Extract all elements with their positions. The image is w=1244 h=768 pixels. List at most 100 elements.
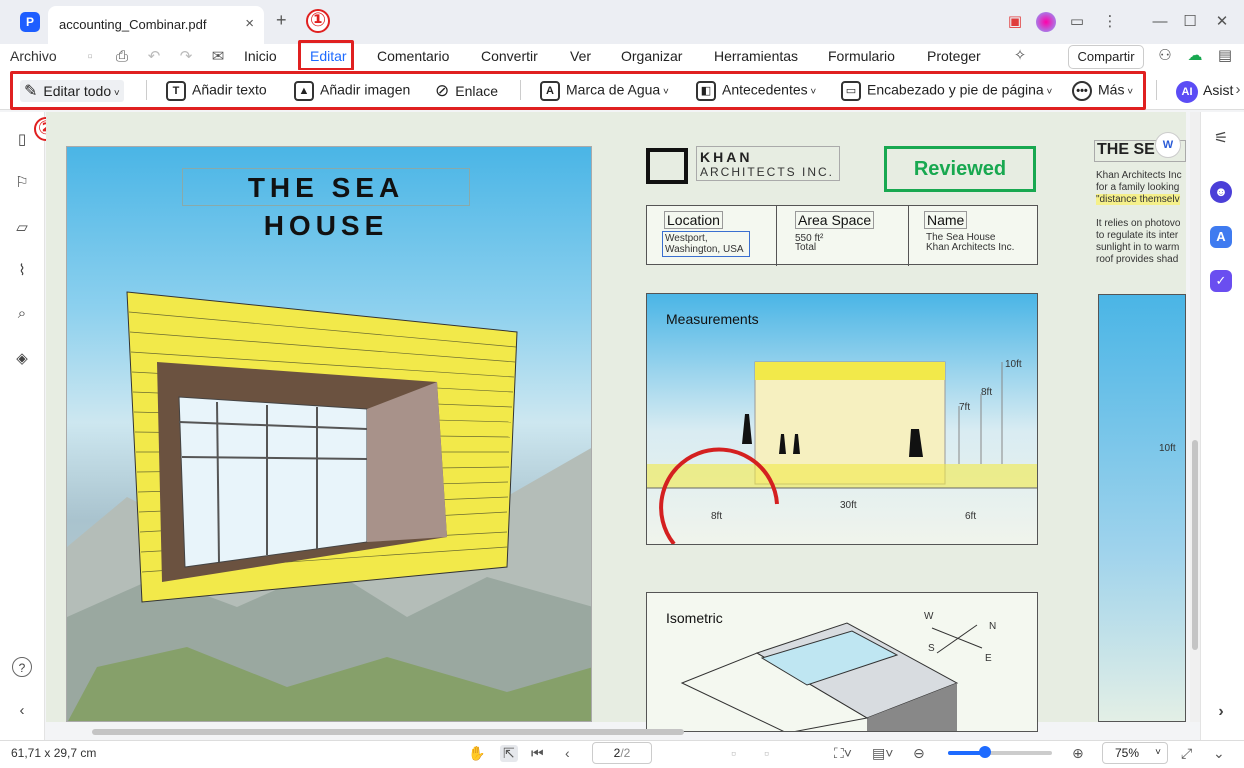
header-footer-icon: ▭ — [841, 81, 861, 101]
name-value-2[interactable]: Khan Architects Inc. — [926, 242, 1014, 253]
status-more-icon[interactable]: ⌄ — [1213, 745, 1225, 762]
page-layout-icon[interactable]: ▤˅ — [872, 745, 893, 762]
mail-icon[interactable]: ✉ — [208, 47, 228, 67]
collapse-right-icon[interactable]: › — [1210, 701, 1232, 723]
maximize-icon[interactable]: ☐ — [1180, 12, 1200, 32]
image-icon: ▲ — [294, 81, 314, 101]
properties-icon[interactable]: ⚟ — [1210, 128, 1232, 150]
vertical-scroll-thumb[interactable] — [1192, 440, 1198, 650]
measurements-panel: Measurements 10ft 8ft 7ft 8ft 30ft 6ft — [646, 293, 1038, 545]
add-text-label: Añadir texto — [192, 81, 267, 98]
background-button[interactable]: ◧ Antecedentes ˅ — [696, 81, 816, 101]
search-icon[interactable]: ⌕ — [12, 304, 32, 324]
page-number-input[interactable]: 2/2 — [592, 742, 652, 764]
menu-inicio[interactable]: Inicio — [244, 48, 277, 64]
page-thumbnail-icon[interactable]: ▯ — [12, 130, 32, 150]
ai-robot-icon[interactable]: ☻ — [1210, 181, 1232, 203]
feedback-icon[interactable]: ▭ — [1067, 12, 1087, 32]
fit-page-icon[interactable]: ⛶˅ — [834, 745, 852, 762]
menu-ver[interactable]: Ver — [570, 48, 591, 64]
lightbulb-icon[interactable]: ✧ — [1010, 46, 1030, 66]
translate-float-icon[interactable]: W — [1155, 132, 1181, 158]
help-icon[interactable]: ? — [12, 657, 32, 677]
attachment-icon[interactable]: ⌇ — [12, 261, 32, 281]
measurements-title[interactable]: Measurements — [666, 311, 759, 327]
translate-icon[interactable]: A — [1210, 226, 1232, 248]
side-text-line-highlight: "distance themselv — [1096, 194, 1180, 205]
name-label[interactable]: Name — [924, 211, 968, 229]
next-page-icon[interactable]: ▫ — [731, 745, 736, 761]
text-icon: T — [166, 81, 186, 101]
area-space-label[interactable]: Area Space — [795, 211, 875, 229]
watermark-button[interactable]: A Marca de Agua ˅ — [540, 81, 669, 101]
left-sidebar — [0, 112, 45, 740]
app-logo-icon[interactable]: P — [20, 12, 40, 32]
minimize-icon[interactable]: — — [1150, 12, 1170, 32]
save-icon[interactable]: ▫ — [80, 47, 100, 67]
comment-icon[interactable]: ▱ — [12, 218, 32, 238]
close-tab-icon[interactable]: × — [245, 15, 254, 32]
bookmark-icon[interactable]: ⚐ — [12, 173, 32, 193]
more-button[interactable]: ••• Más ˅ — [1072, 81, 1133, 101]
previous-page-icon[interactable]: ‹ — [565, 745, 570, 761]
menu-proteger[interactable]: Proteger — [927, 48, 981, 64]
location-label[interactable]: Location — [664, 211, 723, 229]
add-text-button[interactable]: T Añadir texto — [166, 81, 267, 101]
redo-icon[interactable]: ↷ — [176, 47, 196, 67]
fullscreen-icon[interactable]: ⤢ — [1181, 745, 1192, 762]
menu-convertir[interactable]: Convertir — [481, 48, 538, 64]
checklist-icon[interactable]: ✓ — [1210, 270, 1232, 292]
dimension-label: 10ft — [1159, 443, 1176, 454]
new-tab-button[interactable]: + — [276, 10, 287, 31]
menu-archivo[interactable]: Archivo — [10, 48, 57, 64]
sync-icon[interactable]: ⚇ — [1155, 46, 1175, 66]
cloud-icon[interactable]: ☁ — [1185, 46, 1205, 66]
horizontal-scroll-thumb[interactable] — [92, 729, 684, 735]
isometric-panel: Isometric W N S E — [646, 592, 1038, 732]
zoom-in-icon[interactable]: ⊕ — [1072, 745, 1084, 762]
more-options-icon[interactable]: ⋮ — [1100, 12, 1120, 32]
header-footer-button[interactable]: ▭ Encabezado y pie de página ˅ — [841, 81, 1052, 101]
menu-formulario[interactable]: Formulario — [828, 48, 895, 64]
watermark-icon: A — [540, 81, 560, 101]
isometric-title[interactable]: Isometric — [666, 610, 723, 626]
company-name-box[interactable]: KHAN ARCHITECTS INC. — [696, 146, 840, 181]
document-tab[interactable]: accounting_Combinar.pdf × — [48, 6, 264, 44]
zoom-slider-handle[interactable] — [979, 746, 991, 758]
location-value[interactable]: Westport, Washington, USA — [662, 231, 750, 257]
panel-icon[interactable]: ▤ — [1215, 46, 1235, 66]
step-marker-1: ① — [306, 9, 330, 33]
side-text-line: roof provides shad — [1096, 254, 1179, 265]
toolbar-scroll-right-icon[interactable]: › — [1232, 80, 1244, 100]
reviewed-stamp[interactable]: Reviewed — [884, 146, 1036, 192]
edit-all-button[interactable]: ✎ Editar todo ˅ — [20, 80, 124, 102]
menu-organizar[interactable]: Organizar — [621, 48, 682, 64]
close-window-icon[interactable]: ✕ — [1212, 12, 1232, 32]
right-sidebar — [1200, 112, 1244, 740]
poster-title[interactable]: THE SEA HOUSE — [182, 168, 470, 241]
compass-n: N — [989, 621, 997, 632]
ai-assistant-button[interactable]: AI Asist — [1176, 81, 1233, 103]
layers-icon[interactable]: ◈ — [12, 349, 32, 369]
avatar[interactable] — [1036, 12, 1056, 32]
side-text-line: It relies on photovo — [1096, 218, 1181, 229]
area-space-sub[interactable]: Total — [795, 242, 816, 253]
share-button[interactable]: Compartir — [1068, 45, 1144, 69]
link-button[interactable]: ⊘ Enlace — [435, 81, 498, 101]
menu-herramientas[interactable]: Herramientas — [714, 48, 798, 64]
first-page-icon[interactable]: ⏮ — [531, 745, 544, 762]
select-tool-icon[interactable]: ⇱ — [500, 745, 518, 762]
add-image-button[interactable]: ▲ Añadir imagen — [294, 81, 410, 101]
menu-comentario[interactable]: Comentario — [377, 48, 449, 64]
collapse-left-icon[interactable]: ‹ — [12, 701, 32, 721]
zoom-out-icon[interactable]: ⊖ — [913, 745, 925, 762]
notification-icon[interactable]: ▣ — [1005, 12, 1025, 32]
company-name-line2: ARCHITECTS INC. — [700, 165, 835, 179]
side-text-line: sunlight in to warm — [1096, 242, 1180, 253]
undo-icon[interactable]: ↶ — [144, 47, 164, 67]
zoom-level-select[interactable]: 75% ˅ — [1102, 742, 1168, 764]
link-label: Enlace — [455, 83, 499, 99]
hand-tool-icon[interactable]: ✋ — [468, 745, 485, 762]
print-icon[interactable]: ⎙ — [112, 47, 132, 67]
last-page-icon[interactable]: ▫ — [764, 745, 769, 761]
